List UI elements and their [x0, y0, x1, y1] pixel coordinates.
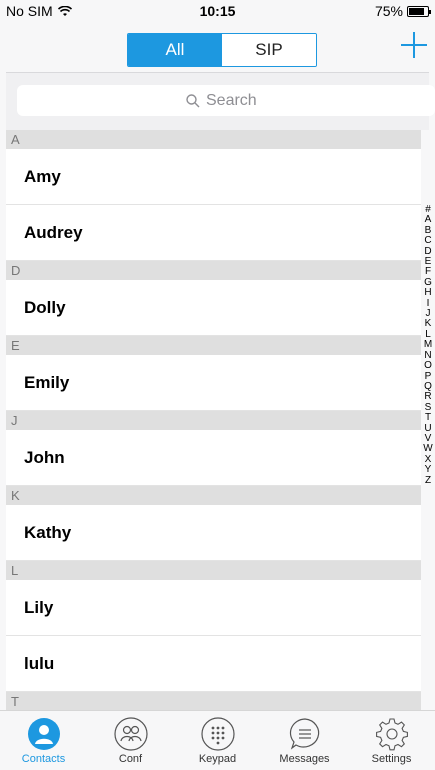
index-letter[interactable]: Z: [422, 475, 434, 486]
search-icon: [186, 93, 200, 107]
contact-list[interactable]: A Amy Audrey D Dolly E Emily J John K Kathy L Lily lu…: [6, 130, 421, 710]
section-header: J: [6, 411, 421, 430]
segment-sip[interactable]: SIP: [222, 34, 316, 66]
tab-label: Conf: [118, 753, 143, 765]
contact-row[interactable]: Audrey: [6, 205, 421, 261]
battery-icon: [407, 5, 431, 17]
tab-conf[interactable]: Conf: [87, 711, 174, 770]
section-header: L: [6, 561, 421, 580]
section-header: K: [6, 486, 421, 505]
tab-keypad[interactable]: Keypad: [174, 711, 261, 770]
alphabet-index[interactable]: # A B C D E F G H I J K L M N O P Q R S T U V W X Y Z: [422, 204, 434, 486]
clock: 10:15: [199, 3, 236, 19]
contact-row[interactable]: lulu: [6, 636, 421, 692]
conference-icon: [113, 717, 148, 751]
top-bar: All SIP: [0, 20, 435, 72]
search-field[interactable]: [17, 85, 435, 116]
contact-row[interactable]: John: [6, 430, 421, 486]
contact-row[interactable]: Dolly: [6, 280, 421, 336]
tab-settings[interactable]: Settings: [348, 711, 435, 770]
battery-percent: 75%: [374, 3, 403, 19]
segment-all[interactable]: All: [128, 34, 222, 66]
contacts-filter-segment: All SIP: [127, 33, 317, 67]
section-header: E: [6, 336, 421, 355]
index-letter[interactable]: O: [422, 360, 434, 371]
index-letter[interactable]: Y: [422, 464, 434, 475]
contact-row[interactable]: Kathy: [6, 505, 421, 561]
messages-icon: [289, 718, 319, 750]
tab-messages[interactable]: Messages: [261, 711, 348, 770]
search-bar-container: [6, 72, 435, 130]
battery-status: 75%: [374, 3, 431, 19]
tab-contacts[interactable]: Contacts: [0, 711, 87, 770]
tab-label: Keypad: [198, 753, 237, 765]
add-contact-button[interactable]: [401, 32, 427, 58]
tab-bar: Contacts Conf Keypad Messages Settings: [0, 710, 435, 770]
status-bar: No SIM 10:15 75%: [0, 0, 435, 20]
search-input[interactable]: [206, 91, 266, 110]
keypad-icon: [200, 717, 235, 751]
settings-icon: [375, 718, 408, 751]
section-header: D: [6, 261, 421, 280]
index-letter[interactable]: T: [422, 412, 434, 423]
tab-label: Messages: [279, 753, 330, 765]
tab-label: Settings: [371, 753, 412, 765]
contacts-icon: [27, 718, 60, 750]
contact-row[interactable]: Emily: [6, 355, 421, 411]
contact-row[interactable]: Amy: [6, 149, 421, 205]
section-header: A: [6, 130, 421, 149]
contact-row[interactable]: Lily: [6, 580, 421, 636]
section-header: T: [6, 692, 421, 710]
tab-label: Contacts: [21, 753, 66, 765]
